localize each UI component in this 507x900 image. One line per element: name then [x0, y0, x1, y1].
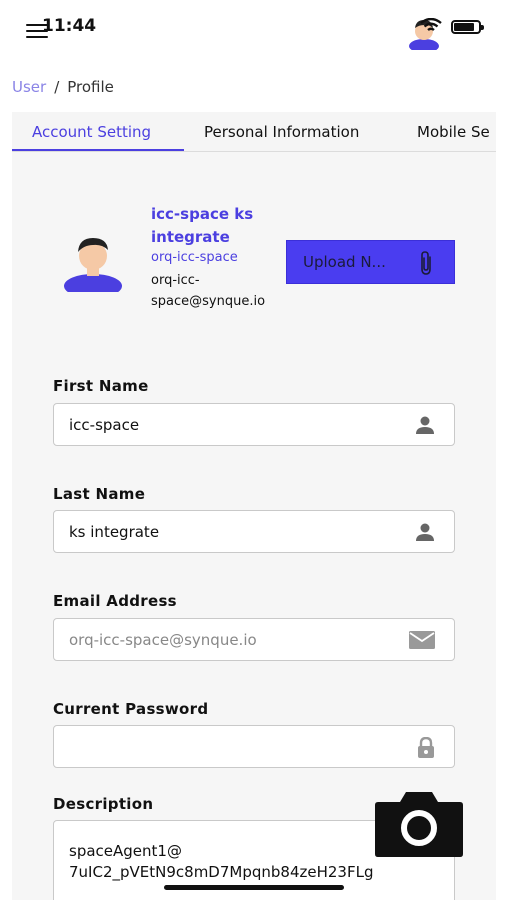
last-name-value: ks integrate — [69, 522, 160, 541]
current-password-label: Current Password — [53, 700, 209, 718]
breadcrumb-user-link[interactable]: User — [12, 78, 46, 96]
description-label: Description — [53, 795, 154, 813]
mail-icon — [409, 631, 435, 649]
status-time: 11:44 — [42, 16, 97, 36]
first-name-value: icc-space — [69, 415, 140, 434]
first-name-label: First Name — [53, 377, 149, 395]
upload-button[interactable]: Upload N... — [286, 240, 455, 284]
profile-org: orq-icc-space — [151, 250, 238, 265]
tab-account-setting[interactable]: Account Setting — [12, 112, 184, 151]
camera-icon[interactable] — [374, 790, 464, 858]
battery-icon — [451, 20, 484, 34]
email-value: orq-icc-space@synque.io — [69, 630, 257, 649]
person-icon — [416, 416, 434, 434]
profile-avatar — [64, 238, 122, 292]
person-icon — [416, 523, 434, 541]
tab-personal-information[interactable]: Personal Information — [184, 112, 379, 151]
status-bar: 11:44 — [0, 0, 507, 60]
last-name-label: Last Name — [53, 485, 146, 503]
last-name-field[interactable]: ks integrate — [53, 510, 455, 553]
profile-name: icc-space ks integrate — [151, 205, 254, 246]
paperclip-icon — [421, 251, 431, 275]
upload-button-label: Upload N... — [303, 253, 386, 271]
first-name-field[interactable]: icc-space — [53, 403, 455, 446]
tab-bar: Account Setting Personal Information Mob… — [12, 112, 496, 152]
breadcrumb: User / Profile — [12, 78, 114, 96]
profile-page: 11:44 User / Profile Account Setting Per… — [0, 0, 507, 900]
lock-icon — [418, 737, 434, 758]
home-indicator — [164, 885, 344, 890]
tab-mobile-settings[interactable]: Mobile Se — [397, 112, 496, 151]
wifi-icon — [420, 18, 442, 31]
breadcrumb-current: Profile — [67, 78, 114, 96]
breadcrumb-separator: / — [54, 78, 60, 96]
email-field[interactable]: orq-icc-space@synque.io — [53, 618, 455, 661]
current-password-field[interactable] — [53, 725, 455, 768]
email-label: Email Address — [53, 592, 177, 610]
profile-email: orq-icc-space@synque.io — [151, 273, 266, 309]
